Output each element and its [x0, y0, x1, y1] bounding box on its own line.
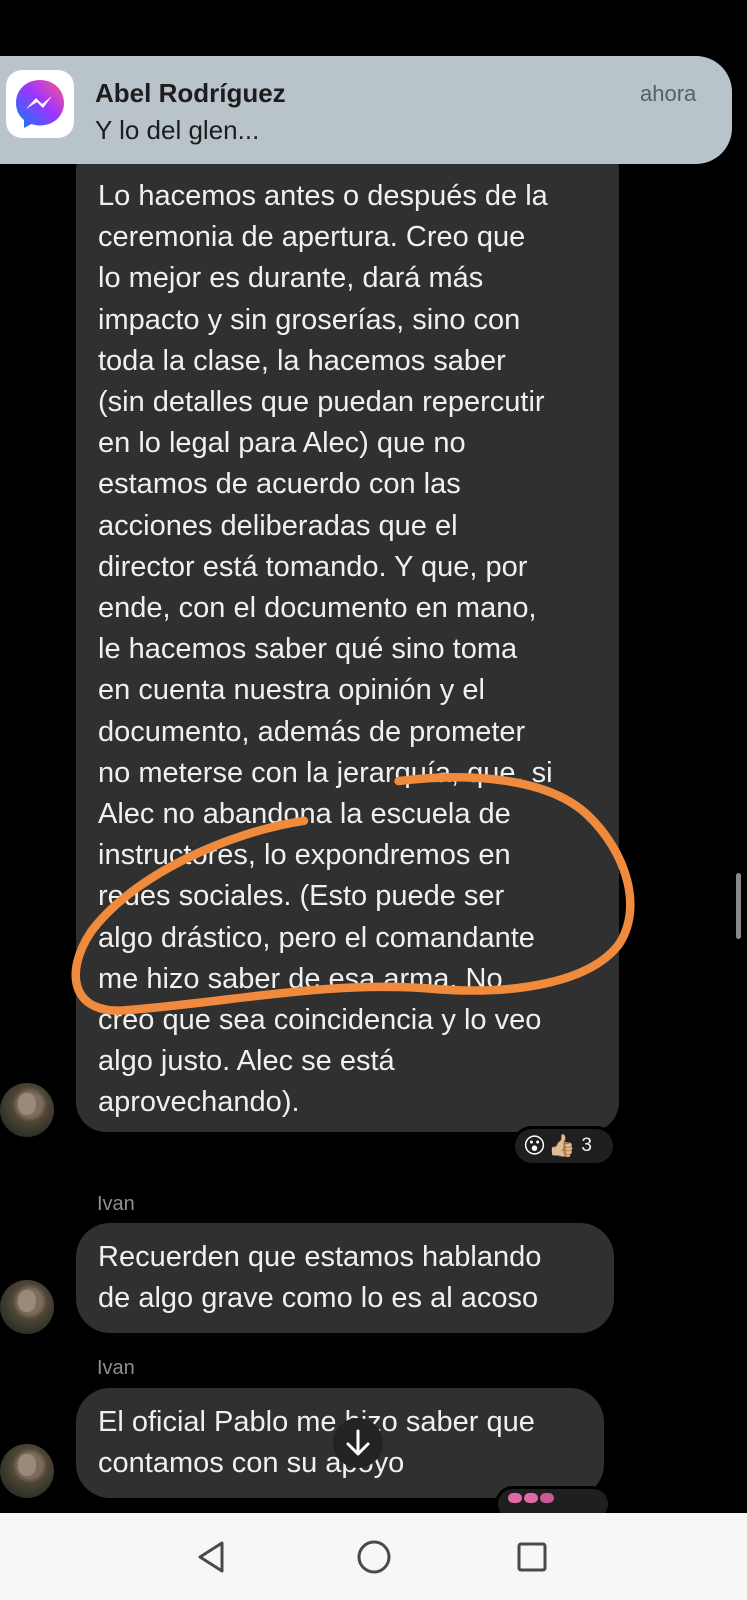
messenger-icon — [16, 80, 64, 128]
home-button[interactable] — [352, 1535, 396, 1579]
notification-preview: Y lo del glen... — [95, 115, 260, 145]
avatar[interactable] — [0, 1280, 54, 1334]
scrollbar[interactable] — [736, 873, 741, 939]
reactions-badge[interactable]: 😮 👍🏼 3 — [512, 1126, 616, 1166]
heart-emoji-icon — [508, 1493, 522, 1503]
home-circle-icon — [357, 1540, 391, 1574]
back-button[interactable] — [190, 1535, 234, 1579]
heart-emoji-icon — [540, 1493, 554, 1503]
notification-sender: Abel Rodríguez — [95, 78, 286, 108]
thumbs-up-emoji-icon: 👍🏼 — [547, 1133, 576, 1158]
recent-apps-button[interactable] — [510, 1535, 554, 1579]
message-bubble[interactable]: Recuerden que estamos hablando de algo g… — [76, 1223, 614, 1333]
notification-banner[interactable]: Abel Rodríguez Y lo del glen... ahora — [0, 56, 732, 164]
message-text: Recuerden que estamos hablando de algo g… — [98, 1241, 542, 1315]
reactions-badge-partial[interactable] — [495, 1486, 611, 1513]
avatar[interactable] — [0, 1083, 54, 1137]
heart-emoji-icon — [524, 1493, 538, 1503]
system-navigation-bar — [0, 1513, 747, 1600]
recent-apps-square-icon — [517, 1542, 547, 1572]
sender-name: Ivan — [97, 1357, 135, 1379]
messenger-app-icon — [6, 70, 74, 138]
arrow-down-icon — [346, 1429, 370, 1456]
surprised-emoji-icon: 😮 — [523, 1133, 546, 1158]
scroll-down-button[interactable] — [333, 1418, 383, 1468]
back-triangle-icon — [198, 1541, 224, 1573]
notification-time: ahora — [640, 81, 697, 106]
reaction-count: 3 — [581, 1135, 592, 1156]
message-text: Lo hacemos antes o después de la ceremon… — [98, 180, 553, 1119]
chat-thread[interactable]: Lo hacemos antes o después de la ceremon… — [0, 0, 747, 1513]
avatar[interactable] — [0, 1444, 54, 1498]
message-bubble[interactable]: Lo hacemos antes o después de la ceremon… — [76, 140, 619, 1132]
sender-name: Ivan — [97, 1193, 135, 1215]
